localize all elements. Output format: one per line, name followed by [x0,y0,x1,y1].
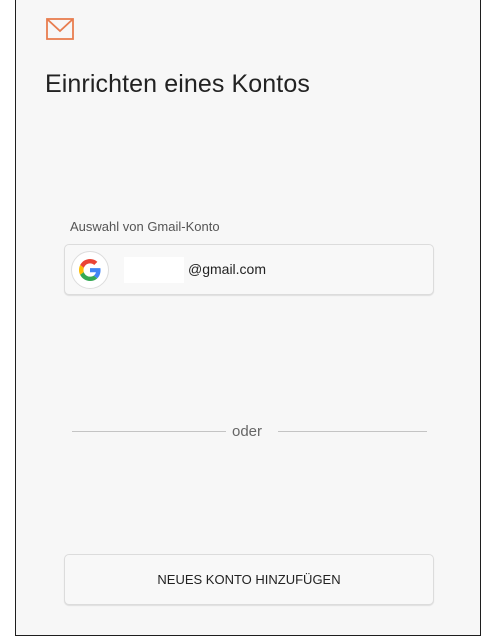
gmail-account-option[interactable]: @gmail.com [64,244,434,295]
add-new-account-button[interactable]: NEUES KONTO HINZUFÜGEN [64,554,434,605]
page-title: Einrichten eines Kontos [45,70,310,98]
divider-text: oder [232,423,263,440]
redacted-username [124,257,184,283]
setup-account-screen: Einrichten eines Kontos Auswahl von Gmai… [15,0,481,636]
divider-line-left [72,431,226,432]
google-g-icon [71,251,109,289]
account-email: @gmail.com [188,261,267,277]
gmail-section-label: Auswahl von Gmail-Konto [70,219,220,234]
mail-envelope-icon [46,18,74,40]
divider-line-right [278,431,427,432]
